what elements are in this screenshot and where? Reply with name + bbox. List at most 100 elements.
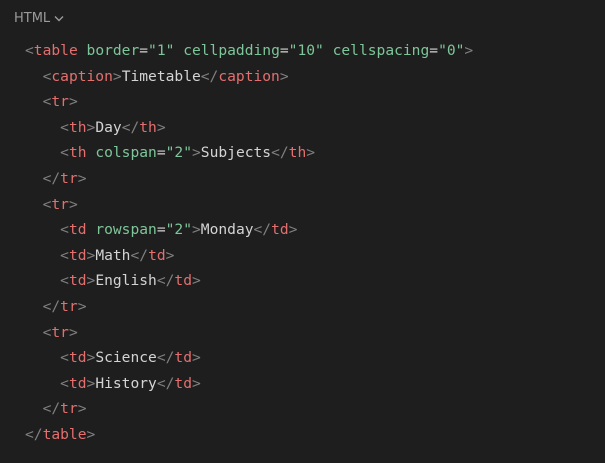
code-token-tag: td — [148, 246, 166, 264]
code-token-val: "2" — [165, 144, 192, 162]
code-token-br: < — [60, 118, 69, 136]
code-token-br: > — [86, 374, 96, 392]
code-token-sp — [25, 221, 60, 238]
code-token-br: </ — [42, 400, 61, 418]
code-token-sp — [87, 221, 96, 238]
code-token-br: </ — [121, 118, 140, 136]
code-token-attr: cellpadding — [183, 42, 280, 59]
code-token-br: > — [77, 169, 87, 187]
language-label: HTML — [14, 10, 51, 26]
code-token-br: </ — [42, 169, 61, 187]
code-token-br: < — [60, 272, 69, 290]
code-token-sp — [25, 324, 43, 341]
code-token-tag: td — [174, 272, 192, 290]
code-token-txt: Day — [95, 118, 122, 136]
code-token-br: < — [60, 221, 69, 239]
code-token-attr: colspan — [95, 144, 157, 162]
code-token-tag: th — [68, 144, 87, 162]
code-token-attr: cellspacing — [332, 42, 430, 59]
code-token-sp — [25, 196, 43, 213]
code-token-br: < — [60, 144, 69, 162]
code-line: </tr> — [25, 166, 473, 192]
code-token-br: > — [464, 42, 474, 59]
code-token-br: < — [60, 349, 69, 367]
code-token-tag: td — [174, 374, 192, 392]
code-line: <th>Day</th> — [25, 115, 473, 141]
code-line: <td rowspan="2">Monday</td> — [25, 217, 473, 243]
code-line: <tr> — [25, 320, 473, 346]
code-token-br: </ — [130, 246, 149, 264]
code-token-val: "2" — [165, 221, 192, 239]
code-token-tag: table — [42, 425, 87, 443]
code-token-tag: td — [68, 246, 87, 264]
code-token-tag: th — [139, 118, 157, 136]
code-token-br: > — [77, 400, 87, 418]
code-line: <table border="1" cellpadding="10" cells… — [25, 38, 473, 64]
code-token-tag: tr — [51, 195, 69, 213]
code-token-sp — [25, 247, 60, 264]
code-token-br: > — [68, 195, 78, 213]
code-token-br: </ — [271, 144, 289, 162]
code-content[interactable]: <table border="1" cellpadding="10" cells… — [25, 38, 473, 448]
code-token-br: </ — [156, 374, 175, 392]
code-token-sp — [25, 170, 43, 187]
code-line: <tr> — [25, 89, 473, 115]
code-token-sp — [25, 119, 60, 136]
code-line: </tr> — [25, 396, 473, 422]
code-token-br: > — [192, 374, 201, 392]
code-token-br: > — [68, 323, 78, 341]
code-token-val: "1" — [148, 42, 175, 59]
code-token-tag: td — [68, 272, 87, 290]
language-selector[interactable]: HTML — [14, 8, 64, 28]
code-token-br: > — [86, 349, 96, 367]
code-token-br: > — [112, 67, 122, 85]
code-token-sp — [25, 93, 43, 110]
code-token-br: </ — [156, 349, 175, 367]
code-token-sp — [25, 272, 60, 289]
code-token-br: > — [165, 246, 175, 264]
code-block-panel: HTML <table border="1" cellpadding="10" … — [0, 0, 605, 463]
code-token-tag: tr — [51, 323, 69, 341]
code-token-br: > — [86, 246, 96, 264]
code-token-attr: rowspan — [95, 221, 157, 239]
code-token-tag: caption — [51, 67, 113, 85]
code-token-tag: tr — [60, 297, 78, 315]
code-token-br: > — [279, 67, 289, 85]
code-token-sp — [25, 400, 43, 417]
code-token-br: > — [86, 118, 96, 136]
code-token-tag: tr — [60, 400, 78, 418]
code-token-eq: = — [279, 42, 289, 59]
code-token-sp — [324, 42, 333, 59]
code-token-br: > — [288, 221, 298, 239]
code-token-txt: Math — [95, 246, 131, 264]
code-token-tag: th — [288, 144, 307, 162]
code-token-eq: = — [429, 42, 439, 59]
code-token-br: > — [192, 144, 201, 162]
code-token-txt: Subjects — [200, 144, 272, 162]
code-token-txt: Science — [95, 349, 157, 367]
code-line: </tr> — [25, 294, 473, 320]
code-token-br: </ — [42, 297, 61, 315]
code-token-br: > — [192, 272, 201, 290]
code-token-br: < — [25, 42, 34, 59]
code-line: <td>English</td> — [25, 268, 473, 294]
code-line: </table> — [25, 422, 473, 448]
code-token-txt: Timetable — [121, 67, 201, 85]
code-token-br: < — [60, 374, 69, 392]
code-token-br: > — [86, 272, 96, 290]
chevron-down-icon — [54, 15, 64, 22]
code-token-txt: Monday — [200, 221, 254, 239]
code-line: <td>Math</td> — [25, 243, 473, 269]
code-token-sp — [25, 144, 60, 161]
code-line: <td>History</td> — [25, 371, 473, 397]
code-token-br: </ — [25, 425, 43, 443]
code-line: <th colspan="2">Subjects</th> — [25, 140, 473, 166]
code-token-tag: td — [68, 221, 87, 239]
code-token-br: </ — [200, 67, 219, 85]
code-token-sp — [25, 68, 43, 85]
code-token-tag: tr — [60, 169, 78, 187]
code-token-tag: td — [174, 349, 192, 367]
code-token-tag: td — [271, 221, 289, 239]
code-token-br: > — [86, 425, 96, 443]
code-token-br: > — [192, 349, 201, 367]
